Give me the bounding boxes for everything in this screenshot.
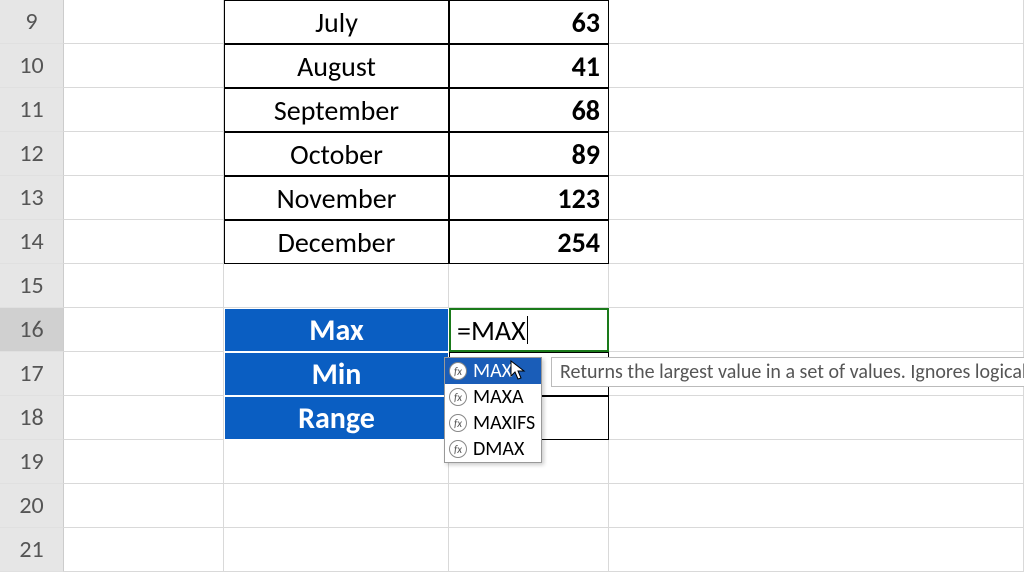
- autocomplete-item-dmax[interactable]: fx DMAX: [445, 436, 541, 462]
- cell-month[interactable]: July: [224, 0, 449, 44]
- cell-blank[interactable]: [64, 264, 224, 308]
- cell-month[interactable]: September: [224, 88, 449, 132]
- cell-value[interactable]: 89: [449, 132, 609, 176]
- autocomplete-item-max[interactable]: fx MAX: [445, 358, 541, 384]
- cell-blank[interactable]: [449, 528, 609, 572]
- cell-blank[interactable]: [64, 484, 224, 528]
- formula-cell-editing[interactable]: =MAX: [449, 308, 609, 352]
- cell-blank[interactable]: [64, 220, 224, 264]
- cell-blank[interactable]: [609, 0, 1024, 44]
- cell-blank[interactable]: [609, 44, 1024, 88]
- row-header[interactable]: 19: [0, 440, 64, 484]
- autocomplete-label: DMAX: [473, 437, 524, 461]
- cell-blank[interactable]: [64, 396, 224, 440]
- cell-value[interactable]: 123: [449, 176, 609, 220]
- cell-blank[interactable]: [224, 264, 449, 308]
- cell-month[interactable]: October: [224, 132, 449, 176]
- cell-blank[interactable]: [609, 220, 1024, 264]
- row-header[interactable]: 14: [0, 220, 64, 264]
- row-header[interactable]: 12: [0, 132, 64, 176]
- cell-blank[interactable]: [64, 352, 224, 396]
- text-cursor-icon: [527, 316, 528, 344]
- cell-value[interactable]: 68: [449, 88, 609, 132]
- function-icon: fx: [449, 440, 467, 458]
- cell-blank[interactable]: [64, 308, 224, 352]
- cell-blank[interactable]: [449, 264, 609, 308]
- cell-blank[interactable]: [64, 132, 224, 176]
- autocomplete-item-maxa[interactable]: fx MAXA: [445, 384, 541, 410]
- cell-blank[interactable]: [609, 440, 1024, 484]
- row-header[interactable]: 18: [0, 396, 64, 440]
- cell-month[interactable]: December: [224, 220, 449, 264]
- label-max[interactable]: Max: [224, 308, 449, 352]
- cell-blank[interactable]: [224, 440, 449, 484]
- cell-blank[interactable]: [64, 528, 224, 572]
- cell-month[interactable]: November: [224, 176, 449, 220]
- label-min[interactable]: Min: [224, 352, 449, 396]
- cell-blank[interactable]: [609, 132, 1024, 176]
- function-icon: fx: [449, 388, 467, 406]
- function-icon: fx: [449, 362, 467, 380]
- cell-blank[interactable]: [64, 88, 224, 132]
- row-header[interactable]: 10: [0, 44, 64, 88]
- function-icon: fx: [449, 414, 467, 432]
- row-header[interactable]: 15: [0, 264, 64, 308]
- autocomplete-label: MAXA: [473, 385, 524, 409]
- cell-blank[interactable]: [609, 264, 1024, 308]
- cell-blank[interactable]: [609, 308, 1024, 352]
- cell-blank[interactable]: [609, 528, 1024, 572]
- function-description-tooltip: Returns the largest value in a set of va…: [551, 357, 1024, 387]
- cell-blank[interactable]: [609, 176, 1024, 220]
- row-header[interactable]: 20: [0, 484, 64, 528]
- row-header[interactable]: 21: [0, 528, 64, 572]
- cell-blank[interactable]: [224, 528, 449, 572]
- cell-blank[interactable]: [449, 484, 609, 528]
- row-header[interactable]: 17: [0, 352, 64, 396]
- row-header-active[interactable]: 16: [0, 308, 64, 352]
- row-header[interactable]: 13: [0, 176, 64, 220]
- formula-text: =MAX: [457, 313, 526, 348]
- cell-blank[interactable]: [64, 176, 224, 220]
- cell-blank[interactable]: [609, 396, 1024, 440]
- cell-blank[interactable]: [609, 484, 1024, 528]
- cell-blank[interactable]: [609, 88, 1024, 132]
- autocomplete-label: MAXIFS: [473, 411, 535, 435]
- autocomplete-label: MAX: [473, 359, 512, 383]
- cell-blank[interactable]: [64, 44, 224, 88]
- cell-blank[interactable]: [64, 440, 224, 484]
- row-header[interactable]: 11: [0, 88, 64, 132]
- cell-blank[interactable]: [224, 484, 449, 528]
- row-header[interactable]: 9: [0, 0, 64, 44]
- cell-value[interactable]: 41: [449, 44, 609, 88]
- autocomplete-item-maxifs[interactable]: fx MAXIFS: [445, 410, 541, 436]
- formula-autocomplete-popup: fx MAX fx MAXA fx MAXIFS fx DMAX: [444, 357, 542, 463]
- cell-value[interactable]: 254: [449, 220, 609, 264]
- cell-value[interactable]: 63: [449, 0, 609, 44]
- spreadsheet-grid: 9 July 63 10 August 41 11 September 68 1…: [0, 0, 1024, 572]
- cell-month[interactable]: August: [224, 44, 449, 88]
- label-range[interactable]: Range: [224, 396, 449, 440]
- cell-blank[interactable]: [64, 0, 224, 44]
